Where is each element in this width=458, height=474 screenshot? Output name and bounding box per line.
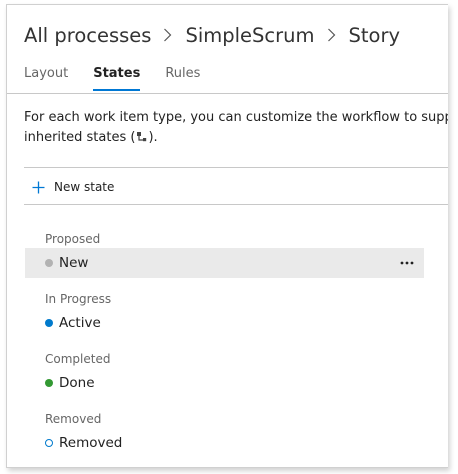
- category-in-progress: In Progress: [45, 292, 112, 306]
- state-name: Removed: [59, 435, 123, 451]
- breadcrumb-work-item-type: Story: [348, 23, 401, 47]
- state-row-removed[interactable]: Removed: [25, 428, 424, 458]
- state-color-dot: [45, 259, 53, 267]
- state-row-done[interactable]: Done: [25, 368, 424, 398]
- description-line-2: inherited states ().: [24, 128, 448, 148]
- state-color-dot: [45, 439, 53, 447]
- tab-states[interactable]: States: [93, 63, 141, 93]
- state-name: Active: [59, 315, 101, 331]
- tabs-divider: [7, 93, 448, 94]
- state-row-active[interactable]: Active: [25, 308, 424, 338]
- state-row-new[interactable]: New: [25, 248, 424, 278]
- new-state-label: New state: [54, 180, 115, 194]
- breadcrumb-all-processes[interactable]: All processes: [24, 24, 151, 47]
- toolbar-divider: [24, 204, 448, 205]
- state-name: Done: [59, 375, 95, 391]
- states-description: For each work item type, you can customi…: [24, 108, 448, 148]
- description-line-2-prefix: inherited states (: [24, 130, 136, 145]
- chevron-right-icon: [164, 28, 172, 42]
- breadcrumb-process[interactable]: SimpleScrum: [185, 24, 314, 47]
- section-divider: [24, 167, 448, 168]
- tab-bar: Layout States Rules: [24, 63, 225, 93]
- category-completed: Completed: [45, 352, 111, 366]
- tab-rules[interactable]: Rules: [165, 63, 200, 93]
- plus-icon: [32, 181, 45, 193]
- tab-layout[interactable]: Layout: [24, 63, 68, 93]
- breadcrumb: All processes SimpleScrum Story: [24, 20, 400, 50]
- description-line-1: For each work item type, you can customi…: [24, 110, 448, 125]
- new-state-button[interactable]: New state: [32, 175, 114, 199]
- state-color-dot: [45, 319, 53, 327]
- more-options-icon[interactable]: [400, 257, 414, 269]
- category-proposed: Proposed: [45, 232, 101, 246]
- description-line-2-suffix: ).: [148, 130, 158, 145]
- chevron-right-icon: [327, 28, 335, 42]
- process-states-panel: All processes SimpleScrum Story Layout S…: [6, 4, 448, 468]
- state-name: New: [59, 255, 89, 271]
- inherited-icon: [137, 132, 147, 142]
- state-color-dot: [45, 379, 53, 387]
- category-removed: Removed: [45, 412, 102, 426]
